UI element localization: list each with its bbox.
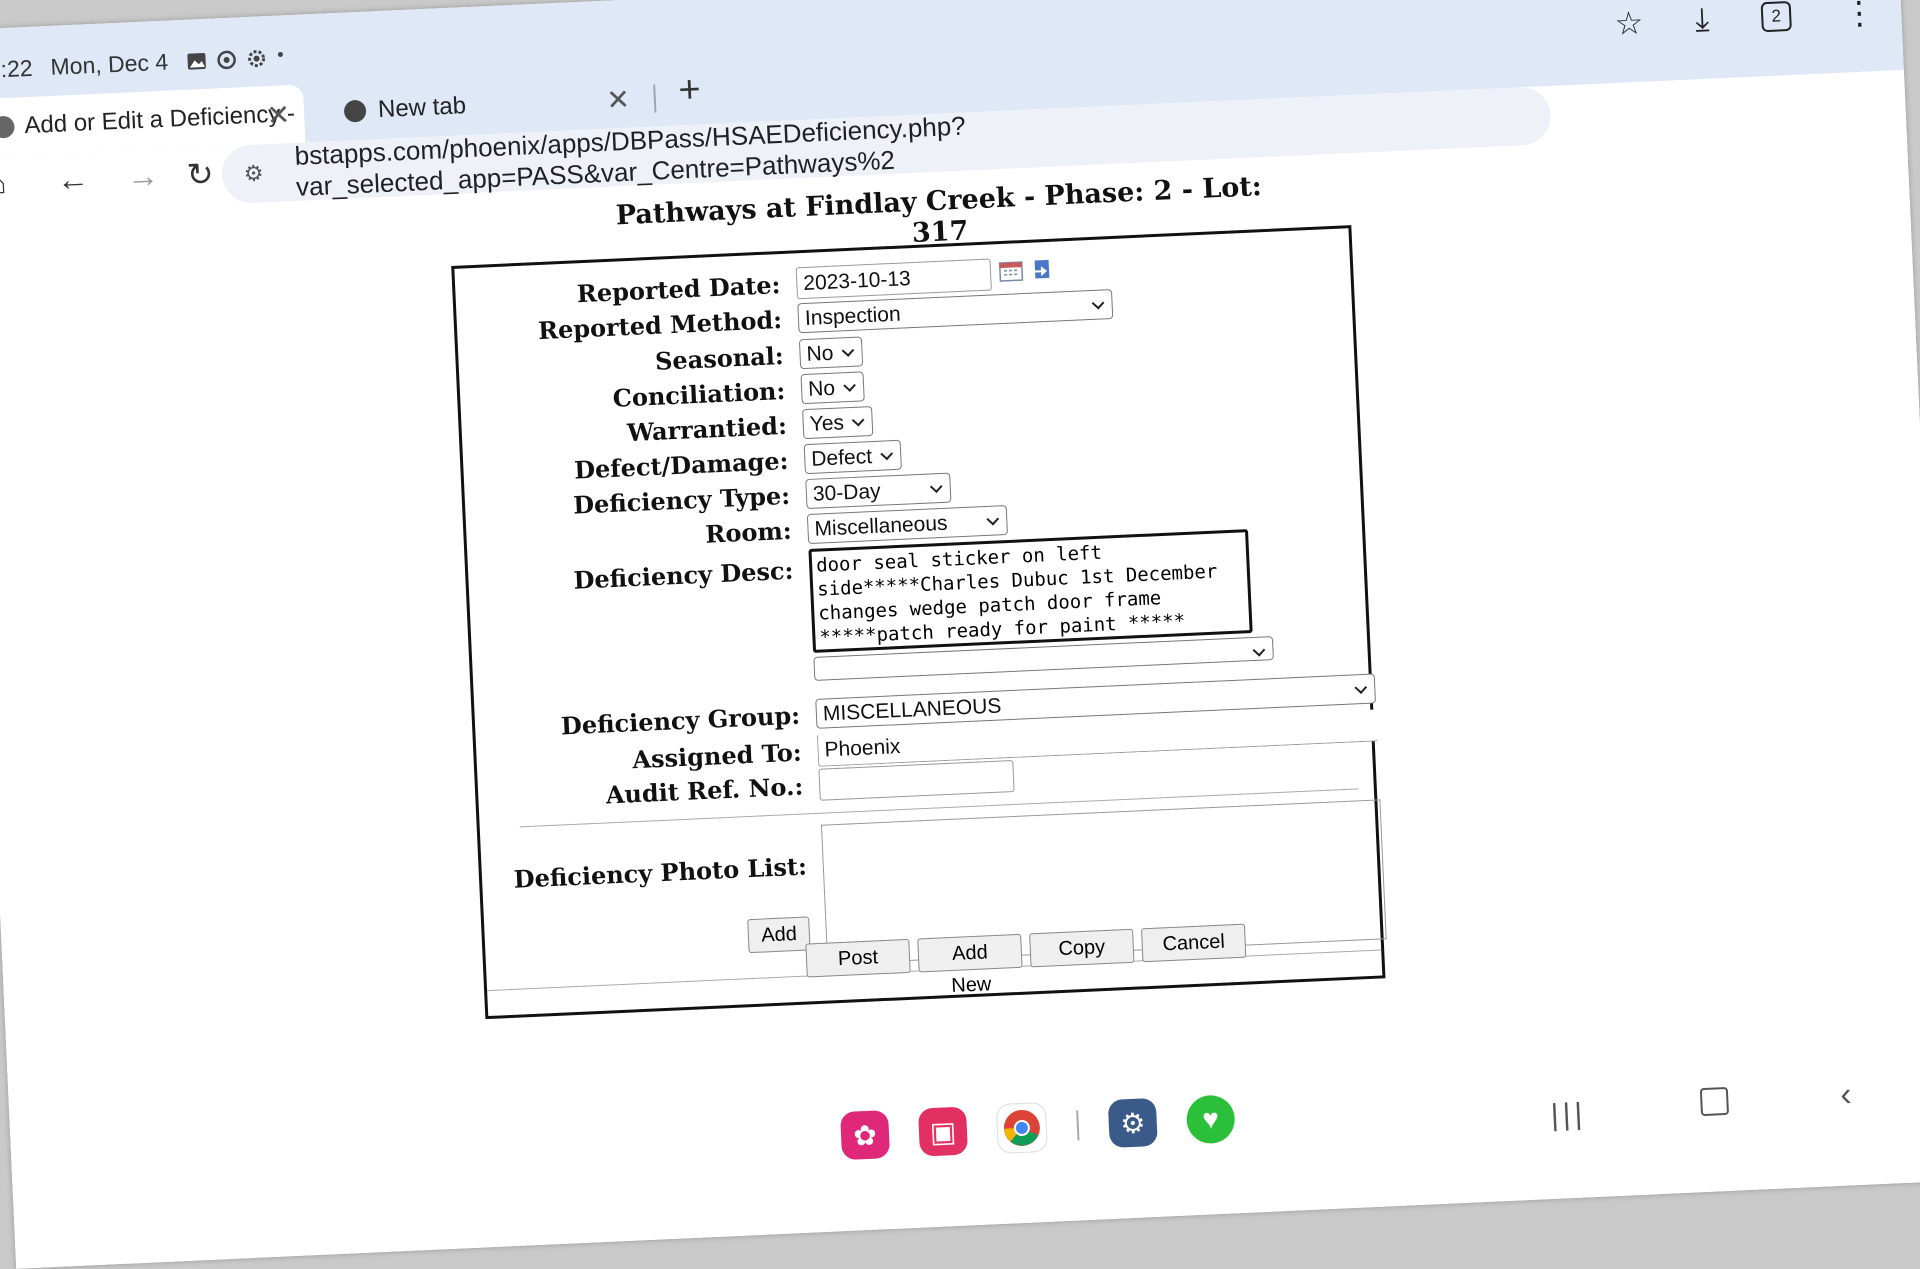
conciliation-select[interactable]: No bbox=[800, 371, 865, 405]
settings-status-icon bbox=[245, 47, 268, 70]
post-button[interactable]: Post bbox=[805, 938, 911, 978]
room-select[interactable]: Miscellaneous bbox=[806, 505, 1008, 545]
dock-divider bbox=[1076, 1110, 1080, 1141]
reported-date-input[interactable]: 2023-10-13 bbox=[795, 258, 992, 300]
chrome-app-icon[interactable] bbox=[995, 1101, 1049, 1155]
close-tab-icon[interactable]: ✕ bbox=[266, 98, 291, 132]
settings-app-icon[interactable]: ⚙ bbox=[1107, 1097, 1158, 1148]
close-tab-icon[interactable]: ✕ bbox=[606, 82, 631, 116]
status-icons bbox=[186, 45, 299, 72]
recents-icon[interactable]: ||| bbox=[1550, 1097, 1587, 1133]
status-date: Mon, Dec 4 bbox=[49, 48, 169, 80]
blossom-app-icon[interactable]: ✿ bbox=[839, 1110, 891, 1161]
calendar-pick-icon[interactable] bbox=[1030, 258, 1053, 287]
site-settings-icon[interactable]: ⚙ bbox=[243, 160, 274, 187]
seasonal-select[interactable]: No bbox=[798, 336, 864, 370]
tab-label: Add or Edit a Deficiency - bbox=[23, 99, 296, 140]
bookmark-star-icon[interactable]: ☆ bbox=[1614, 4, 1644, 43]
chrome-icon bbox=[343, 99, 367, 123]
download-icon[interactable]: ⤓ bbox=[1694, 1, 1710, 40]
menu-icon[interactable]: ⋮ bbox=[1842, 0, 1876, 33]
add-new-button[interactable]: Add New bbox=[917, 933, 1023, 997]
health-app-icon[interactable]: ♥ bbox=[1185, 1094, 1236, 1145]
photo-list-label: Deficiency Photo List: bbox=[513, 851, 808, 894]
row-deficiency-desc: Deficiency Desc: door seal sticker on le… bbox=[468, 528, 1274, 701]
browser-actions: ☆ ⤓ 2 ⋮ bbox=[1614, 0, 1876, 43]
tab-label: New tab bbox=[377, 92, 467, 124]
status-bar: 0:22 Mon, Dec 4 bbox=[0, 43, 299, 84]
deficiency-type-select[interactable]: 30-Day bbox=[805, 472, 952, 510]
copy-button[interactable]: Copy bbox=[1029, 928, 1135, 968]
new-tab-button[interactable]: + bbox=[678, 68, 702, 112]
back-icon[interactable]: ← bbox=[56, 160, 90, 198]
add-photo-button[interactable]: Add bbox=[747, 916, 811, 954]
home-nav-icon[interactable] bbox=[1699, 1086, 1730, 1117]
home-icon[interactable]: ⌂ bbox=[0, 164, 7, 202]
tablet-screen: 0:22 Mon, Dec 4 Add or Edit a Deficiency… bbox=[0, 0, 1920, 1269]
cancel-button[interactable]: Cancel bbox=[1140, 923, 1247, 963]
sync-icon bbox=[215, 48, 238, 71]
deficiency-form: Reported Date: 2023-10-13 Reported Metho… bbox=[451, 225, 1387, 1020]
audit-ref-input[interactable] bbox=[818, 759, 1015, 801]
camera-app-icon[interactable]: ▣ bbox=[917, 1106, 969, 1157]
reload-icon[interactable]: ↻ bbox=[186, 155, 215, 194]
warrantied-select[interactable]: Yes bbox=[802, 406, 874, 440]
gallery-icon bbox=[186, 49, 209, 72]
deficiency-desc-textarea[interactable]: door seal sticker on left side*****Charl… bbox=[808, 529, 1253, 653]
status-time: 0:22 bbox=[0, 54, 34, 83]
forward-icon[interactable]: → bbox=[126, 157, 160, 195]
tab-switcher-button[interactable]: 2 bbox=[1760, 0, 1792, 33]
calendar-icon[interactable] bbox=[998, 259, 1024, 288]
tab-divider bbox=[653, 84, 657, 113]
back-nav-icon[interactable]: ‹ bbox=[1839, 1075, 1852, 1114]
dot-icon bbox=[275, 45, 298, 68]
defect-damage-select[interactable]: Defect bbox=[803, 439, 902, 475]
tab-favicon-icon bbox=[0, 115, 15, 139]
